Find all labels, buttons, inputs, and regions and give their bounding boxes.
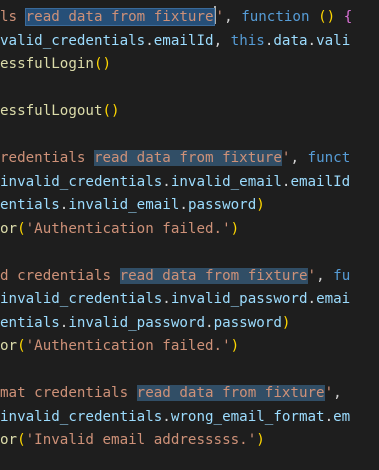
code-token: or [0, 220, 18, 237]
code-line[interactable]: mat credentials read data from fixture', [0, 382, 379, 406]
code-line[interactable]: or('Invalid email addresssss.') [0, 429, 379, 453]
code-line[interactable] [0, 241, 379, 265]
code-line[interactable]: invalid_credentials.wrong_email_format.e… [0, 406, 379, 430]
code-line[interactable]: valid_credentials.emailId, this.data.val… [0, 30, 379, 54]
code-token: . [205, 314, 214, 331]
code-line[interactable]: invalid_credentials.invalid_password.ema… [0, 288, 379, 312]
code-token: . [162, 173, 171, 190]
code-token: funct [307, 150, 351, 166]
code-token: ' [215, 9, 225, 25]
code-token: , [333, 385, 342, 401]
code-token: 'Invalid email addresssss.' [25, 432, 257, 448]
code-token: emailId [153, 32, 214, 49]
code-token: ) [230, 338, 240, 354]
code-token: wrong_email_format [170, 408, 325, 425]
code-token: essfulLogin [0, 56, 94, 72]
code-token: entials [0, 314, 60, 331]
code-token: invalid_email [68, 197, 180, 213]
code-line[interactable] [0, 124, 379, 148]
code-line[interactable]: or('Authentication failed.') [0, 335, 379, 359]
code-token: mat credentials [0, 385, 137, 401]
code-token: invalid_email [170, 173, 282, 190]
code-token: function [241, 9, 310, 25]
code-line[interactable]: ls read data from fixture ', function () … [0, 6, 379, 30]
code-token: invalid_credentials [0, 408, 163, 425]
code-line[interactable]: entials.invalid_email.password) [0, 194, 379, 218]
code-token: invalid_credentials [0, 291, 163, 307]
code-token: em [333, 408, 351, 425]
code-token: () [102, 103, 120, 119]
code-token: d credentials [0, 267, 120, 284]
code-token: ( [17, 338, 26, 354]
code-line[interactable] [0, 77, 379, 101]
code-token: ) [256, 197, 265, 213]
code-token: . [307, 291, 317, 307]
code-token: entials [0, 197, 60, 213]
code-token: or [0, 338, 18, 354]
code-token: data [273, 32, 308, 49]
code-token: invalid_credentials [0, 173, 163, 190]
code-token: . [179, 197, 188, 213]
code-token: invalid_password [170, 291, 308, 307]
code-token: 'Authentication failed.' [25, 220, 231, 237]
code-token: . [162, 291, 171, 307]
search-match-token: read data from fixture [136, 385, 325, 401]
code-line[interactable]: entials.invalid_password.password) [0, 312, 379, 336]
code-token: , [224, 9, 242, 25]
code-line[interactable]: essfulLogout() [0, 100, 379, 124]
code-token: fu [333, 267, 351, 284]
code-line[interactable]: invalid_credentials.invalid_email.emailI… [0, 171, 379, 195]
code-token: . [324, 408, 334, 425]
code-token: , [316, 267, 334, 284]
code-token: ) [256, 432, 265, 448]
code-token: ) [281, 314, 291, 331]
code-token: . [307, 32, 317, 49]
code-token: ' [324, 385, 334, 401]
code-token: password [187, 197, 257, 213]
code-token: ) [230, 220, 240, 237]
code-token: ls [0, 9, 26, 25]
code-line[interactable]: or('Authentication failed.') [0, 218, 379, 242]
code-token: () [318, 9, 336, 25]
code-token: , [290, 150, 308, 166]
code-line[interactable]: d credentials read data from fixture', f… [0, 265, 379, 289]
code-token: { [343, 9, 353, 25]
code-token: essfulLogout [0, 103, 103, 119]
code-token: this [230, 32, 265, 49]
code-line[interactable] [0, 359, 379, 383]
code-token: 'Authentication failed.' [25, 338, 231, 354]
code-token: or [0, 432, 18, 448]
search-match-token: read data from fixture [119, 267, 308, 284]
search-match-token: read data from fixture [24, 8, 215, 26]
code-lines[interactable]: ls read data from fixture ', function () … [0, 6, 379, 453]
code-token: emai [316, 291, 351, 307]
code-token: invalid_password [68, 314, 206, 331]
code-token: redentials [0, 150, 94, 166]
code-token: ( [17, 432, 26, 448]
code-token: . [145, 32, 154, 49]
code-line[interactable]: redentials read data from fixture', func… [0, 147, 379, 171]
code-token: ' [307, 267, 317, 284]
code-editor[interactable]: ls read data from fixture ', function () … [0, 0, 379, 470]
code-token: , [213, 32, 231, 49]
code-token: ( [17, 220, 26, 237]
search-match-token: read data from fixture [93, 150, 282, 166]
code-token: emailId [290, 173, 351, 190]
code-token: vali [316, 32, 351, 49]
code-token: . [162, 408, 171, 425]
code-line[interactable]: essfulLogin() [0, 53, 379, 77]
code-token: valid_credentials [0, 32, 146, 49]
code-token: () [93, 56, 112, 72]
code-token: password [213, 314, 282, 331]
